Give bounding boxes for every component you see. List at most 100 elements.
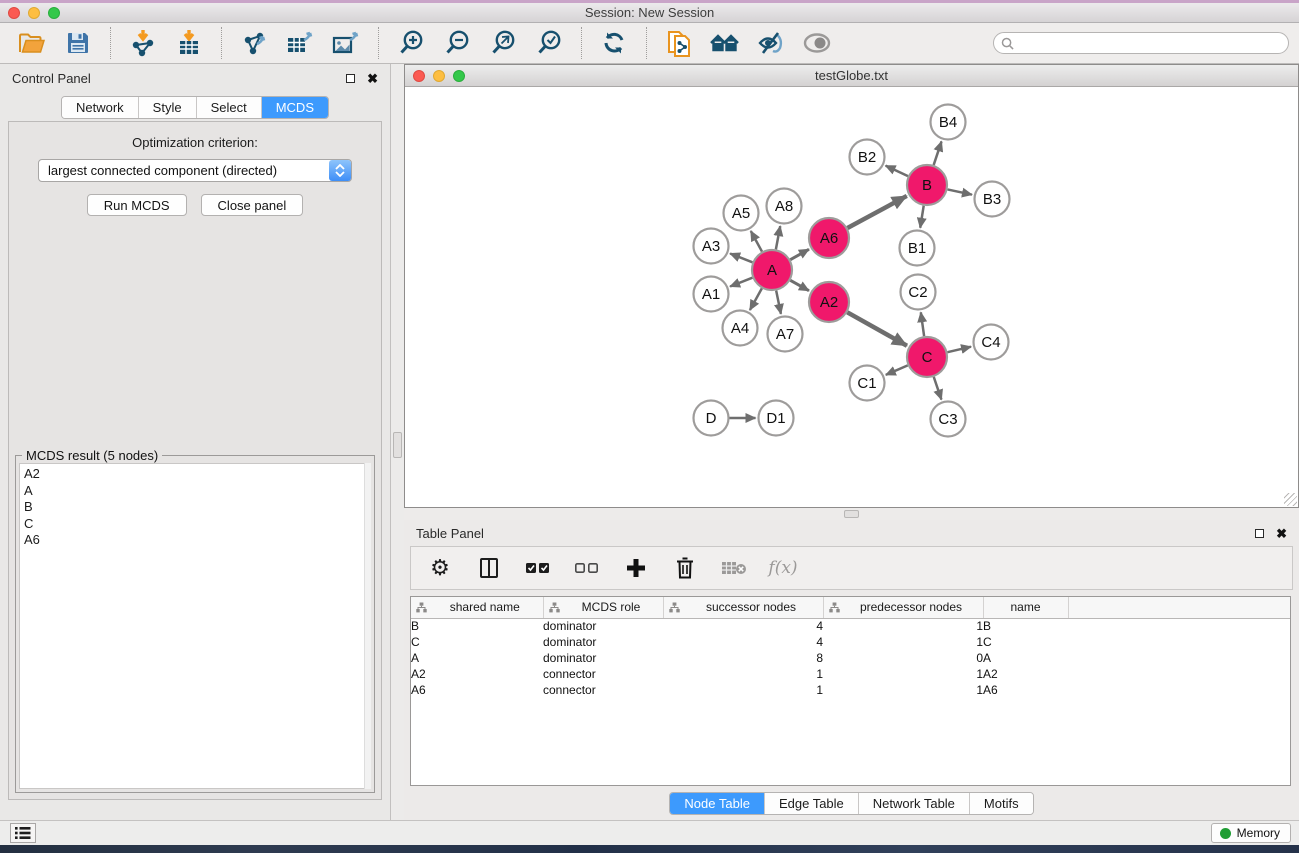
tab-select[interactable]: Select bbox=[196, 97, 261, 118]
edge-C-C3[interactable] bbox=[934, 377, 942, 400]
deselect-all-icon[interactable] bbox=[574, 555, 600, 581]
table-row[interactable]: Cdominator41C bbox=[411, 634, 1291, 650]
network-close-button[interactable] bbox=[413, 70, 425, 82]
export-image-icon[interactable] bbox=[330, 28, 362, 58]
mcds-result-list[interactable]: A2ABCA6 bbox=[19, 463, 367, 789]
mcds-result-item[interactable]: B bbox=[24, 499, 366, 516]
network-zoom-button[interactable] bbox=[453, 70, 465, 82]
split-grip-icon[interactable] bbox=[393, 432, 402, 458]
clone-network-icon[interactable] bbox=[663, 28, 695, 58]
table-cell[interactable] bbox=[1068, 650, 1291, 666]
column-header-successor-nodes[interactable]: successor nodes bbox=[663, 597, 823, 618]
table-cell[interactable]: 1 bbox=[823, 634, 983, 650]
table-cell[interactable]: 4 bbox=[663, 618, 823, 634]
search-field[interactable] bbox=[993, 32, 1289, 54]
add-column-icon[interactable] bbox=[623, 555, 649, 581]
result-list-scrollbar[interactable] bbox=[364, 463, 371, 789]
edge-A2-C[interactable] bbox=[847, 312, 907, 345]
table-cell[interactable]: A2 bbox=[411, 666, 543, 682]
hide-graphics-details-icon[interactable] bbox=[755, 28, 787, 58]
table-cell[interactable]: 0 bbox=[823, 650, 983, 666]
table-cell[interactable]: 8 bbox=[663, 650, 823, 666]
edge-A6-B[interactable] bbox=[847, 196, 906, 228]
edge-B-B1[interactable] bbox=[920, 206, 923, 228]
tab-edge-table[interactable]: Edge Table bbox=[764, 793, 858, 814]
edge-A-A3[interactable] bbox=[730, 254, 752, 263]
zoom-selected-icon[interactable] bbox=[533, 28, 565, 58]
export-network-icon[interactable] bbox=[238, 28, 270, 58]
float-panel-icon[interactable] bbox=[346, 74, 355, 83]
edge-B-B3[interactable] bbox=[948, 189, 972, 194]
table-cell[interactable]: 1 bbox=[663, 666, 823, 682]
table-cell[interactable]: connector bbox=[543, 666, 663, 682]
tab-network[interactable]: Network bbox=[62, 97, 138, 118]
table-row[interactable]: A2connector11A2 bbox=[411, 666, 1291, 682]
import-table-icon[interactable] bbox=[173, 28, 205, 58]
import-network-icon[interactable] bbox=[127, 28, 159, 58]
horizontal-split-divider[interactable] bbox=[404, 508, 1299, 520]
mcds-result-item[interactable]: A bbox=[24, 483, 366, 500]
table-row[interactable]: A6connector11A6 bbox=[411, 682, 1291, 698]
mcds-result-item[interactable]: A2 bbox=[24, 466, 366, 483]
table-row[interactable]: Adominator80A bbox=[411, 650, 1291, 666]
tab-style[interactable]: Style bbox=[138, 97, 196, 118]
column-header-predecessor-nodes[interactable]: predecessor nodes bbox=[823, 597, 983, 618]
save-session-icon[interactable] bbox=[62, 28, 94, 58]
tab-motifs[interactable]: Motifs bbox=[969, 793, 1033, 814]
table-cell[interactable]: A2 bbox=[983, 666, 1068, 682]
show-panels-icon[interactable] bbox=[709, 28, 741, 58]
edge-A-A5[interactable] bbox=[751, 231, 762, 252]
table-cell[interactable]: C bbox=[411, 634, 543, 650]
split-grip-icon[interactable] bbox=[844, 510, 859, 518]
edge-A-A1[interactable] bbox=[730, 278, 752, 287]
table-cell[interactable] bbox=[1068, 634, 1291, 650]
column-header-name[interactable]: name bbox=[983, 597, 1068, 618]
run-mcds-button[interactable]: Run MCDS bbox=[87, 194, 187, 216]
vertical-split-divider[interactable] bbox=[390, 64, 404, 820]
table-cell[interactable]: B bbox=[411, 618, 543, 634]
close-panel-button[interactable]: Close panel bbox=[201, 194, 304, 216]
table-cell[interactable]: dominator bbox=[543, 618, 663, 634]
edge-A-A4[interactable] bbox=[750, 288, 762, 310]
mcds-result-item[interactable]: A6 bbox=[24, 532, 366, 549]
column-header-shared-name[interactable]: shared name bbox=[411, 597, 543, 618]
table-row[interactable]: Bdominator41B bbox=[411, 618, 1291, 634]
delete-column-icon[interactable] bbox=[672, 555, 698, 581]
table-cell[interactable]: connector bbox=[543, 682, 663, 698]
edge-C-C2[interactable] bbox=[921, 312, 924, 336]
task-history-button[interactable] bbox=[10, 823, 36, 843]
network-minimize-button[interactable] bbox=[433, 70, 445, 82]
close-panel-icon[interactable]: ✖ bbox=[367, 72, 378, 85]
zoom-window-button[interactable] bbox=[48, 7, 60, 19]
table-cell[interactable]: B bbox=[983, 618, 1068, 634]
table-cell[interactable]: 1 bbox=[663, 682, 823, 698]
edge-B-B2[interactable] bbox=[886, 166, 908, 176]
table-cell[interactable] bbox=[1068, 618, 1291, 634]
table-cell[interactable]: 1 bbox=[823, 682, 983, 698]
select-all-icon[interactable] bbox=[525, 555, 551, 581]
minimize-window-button[interactable] bbox=[28, 7, 40, 19]
zoom-out-icon[interactable] bbox=[441, 28, 473, 58]
edge-A-A2[interactable] bbox=[790, 280, 809, 290]
table-cell[interactable]: A6 bbox=[411, 682, 543, 698]
edge-C-C4[interactable] bbox=[947, 347, 971, 353]
function-builder-icon[interactable]: f(x) bbox=[770, 555, 796, 581]
search-input[interactable] bbox=[1018, 34, 1288, 52]
refresh-icon[interactable] bbox=[598, 28, 630, 58]
table-cell[interactable] bbox=[1068, 666, 1291, 682]
tab-node-table[interactable]: Node Table bbox=[670, 793, 764, 814]
node-table[interactable]: shared nameMCDS rolesuccessor nodesprede… bbox=[410, 596, 1291, 786]
delete-table-icon[interactable] bbox=[721, 555, 747, 581]
zoom-in-icon[interactable] bbox=[395, 28, 427, 58]
edge-B-B4[interactable] bbox=[934, 141, 942, 165]
open-file-icon[interactable] bbox=[16, 28, 48, 58]
table-cell[interactable]: 4 bbox=[663, 634, 823, 650]
table-cell[interactable]: dominator bbox=[543, 650, 663, 666]
edge-A-A7[interactable] bbox=[776, 291, 781, 314]
criterion-dropdown[interactable]: largest connected component (directed) bbox=[38, 159, 352, 182]
edge-A-A6[interactable] bbox=[790, 249, 809, 259]
mcds-result-item[interactable]: C bbox=[24, 516, 366, 533]
tab-mcds[interactable]: MCDS bbox=[261, 97, 328, 118]
table-cell[interactable]: A6 bbox=[983, 682, 1068, 698]
table-cell[interactable]: A bbox=[411, 650, 543, 666]
